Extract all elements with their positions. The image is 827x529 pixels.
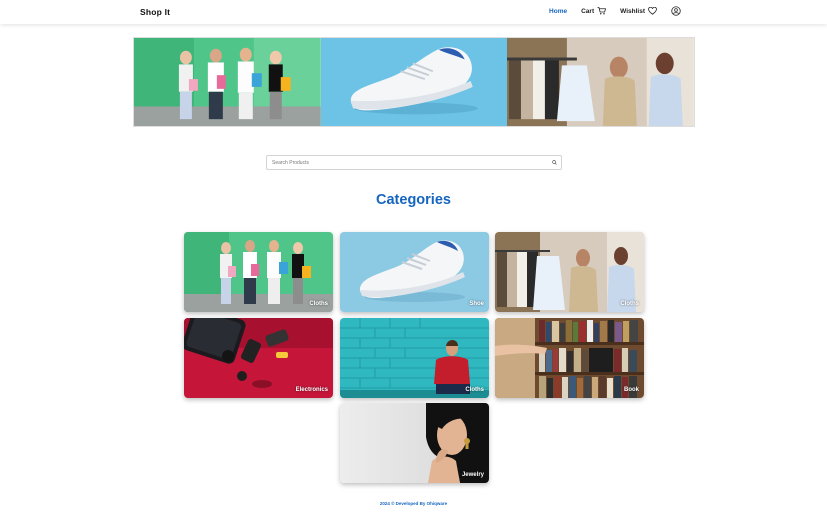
category-label: Electronics [295,387,328,393]
category-label: Book [624,387,639,393]
sneaker-photo [320,38,508,126]
shopping-friends-photo [134,38,321,126]
heart-icon [648,7,657,15]
nav-links: Home Cart Wishlist [535,6,681,16]
category-card-cloths-man[interactable]: Cloths [340,318,489,398]
categories-title: Categories [376,192,451,208]
category-card-shoe[interactable]: Shoe [340,232,489,312]
search-bar [266,155,562,170]
nav-cart-link[interactable]: Cart [581,7,607,15]
category-card-cloths-store[interactable]: Cloths [495,232,644,312]
bookshelf-photo [495,318,644,398]
search-icon [551,160,557,165]
category-label: Cloths [309,301,328,307]
hero-slide-sneaker[interactable] [320,38,508,126]
cart-icon [597,7,607,15]
sneaker-photo [340,232,489,312]
clothing-store-photo [495,232,644,312]
footer-text: 2024 © Developed By Ohiqware [379,501,448,506]
nav-home-link[interactable]: Home [549,8,567,15]
category-card-book[interactable]: Book [495,318,644,398]
woman-earring-photo [340,403,489,483]
profile-button[interactable] [671,6,681,16]
category-label: Cloths [465,387,484,393]
search-button[interactable] [547,156,561,169]
shopping-friends-photo [184,232,333,312]
category-card-cloths[interactable]: Cloths [184,232,333,312]
nav-wishlist-label: Wishlist [620,7,645,15]
nav-cart-label: Cart [581,7,595,15]
user-circle-icon [671,6,681,16]
brand-logo[interactable]: Shop It [140,7,170,17]
hero-slide-shopping-friends[interactable] [134,38,321,126]
nav-wishlist-link[interactable]: Wishlist [620,7,657,15]
hero-slide-clothing-store[interactable] [507,38,695,126]
category-card-jewelry[interactable]: Jewelry [340,403,489,483]
navbar: Shop It Home Cart Wishlist [0,0,827,24]
category-label: Cloths [620,301,639,307]
category-label: Jewelry [461,472,484,478]
search-input[interactable] [267,156,547,169]
nav-home-label: Home [549,7,568,15]
man-red-sweater-photo [340,318,489,398]
category-card-electronics[interactable]: Electronics [184,318,333,398]
hero-banner [133,37,695,127]
category-label: Shoe [469,301,484,307]
electronics-photo [184,318,333,398]
clothing-store-photo [507,38,695,126]
